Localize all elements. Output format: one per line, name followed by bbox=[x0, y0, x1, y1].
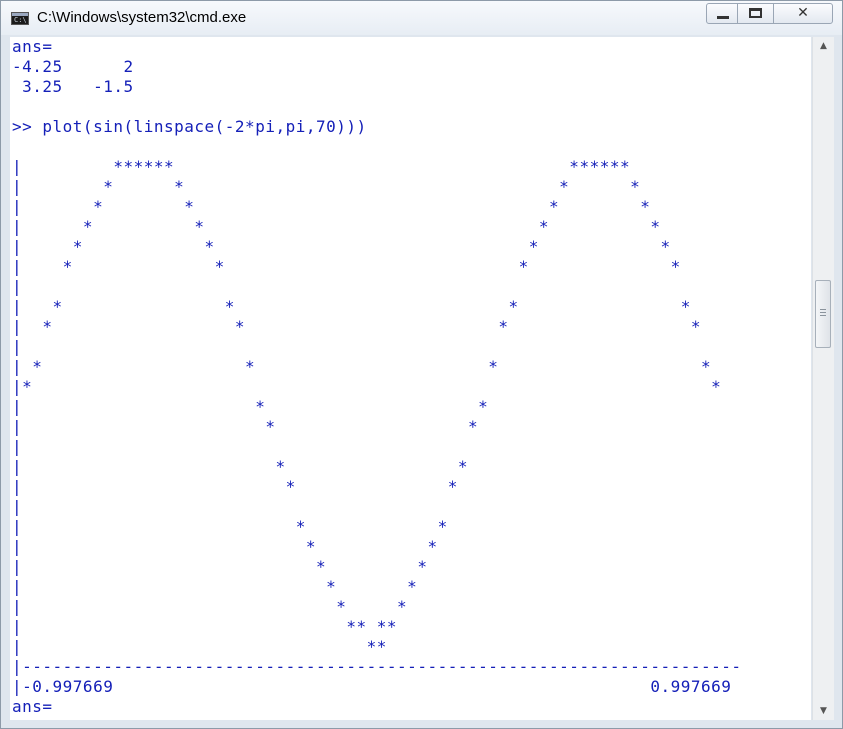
console-line: | * * * * bbox=[12, 297, 691, 316]
console-line: | bbox=[12, 497, 23, 516]
minimize-button[interactable] bbox=[706, 3, 738, 24]
console-line: | * * * * bbox=[12, 177, 641, 196]
scroll-up-arrow-icon[interactable]: ▲ bbox=[813, 37, 834, 55]
console-line: | * * bbox=[12, 557, 428, 576]
console-line: | * * bbox=[12, 517, 448, 536]
console-line: | * * bbox=[12, 417, 479, 436]
console-line: | ** ** bbox=[12, 617, 398, 636]
console-line: | bbox=[12, 337, 23, 356]
console-output[interactable]: ans= -4.25 2 3.25 -1.5 >> plot(sin(linsp… bbox=[10, 37, 811, 720]
scroll-down-arrow-icon[interactable]: ▼ bbox=[813, 702, 834, 720]
close-button[interactable]: ✕ bbox=[773, 3, 833, 24]
console-line: | ****** ****** bbox=[12, 157, 631, 176]
thumb-grip bbox=[820, 309, 826, 310]
minimize-icon bbox=[717, 16, 729, 19]
maximize-icon bbox=[749, 8, 762, 18]
console-line: | ** bbox=[12, 637, 387, 656]
console-line: | * * bbox=[12, 477, 458, 496]
console-line: |---------------------------------------… bbox=[12, 657, 742, 676]
console-line: | * * * * bbox=[12, 217, 661, 236]
console-line: |-0.997669 0.997669 bbox=[12, 677, 732, 696]
console-line: | * * bbox=[12, 537, 438, 556]
title-bar[interactable]: C:\ C:\Windows\system32\cmd.exe ✕ bbox=[1, 1, 842, 35]
console-line: 3.25 -1.5 bbox=[12, 77, 134, 96]
maximize-button[interactable] bbox=[737, 3, 774, 24]
console-line: | * * * * bbox=[12, 317, 702, 336]
console-line: | * * * * bbox=[12, 237, 671, 256]
scroll-thumb[interactable] bbox=[815, 280, 831, 348]
console-line: | * * bbox=[12, 577, 418, 596]
vertical-scrollbar[interactable]: ▲ ▼ bbox=[812, 37, 834, 720]
console-line: | * * bbox=[12, 457, 468, 476]
close-icon: ✕ bbox=[797, 5, 809, 21]
console-line: ans= bbox=[12, 697, 53, 716]
console-line: | * * bbox=[12, 597, 408, 616]
console-text: ans= -4.25 2 3.25 -1.5 >> plot(sin(linsp… bbox=[10, 37, 811, 717]
console-line: -4.25 2 bbox=[12, 57, 134, 76]
console-line: | bbox=[12, 277, 23, 296]
cmd-window: C:\ C:\Windows\system32\cmd.exe ✕ ans= -… bbox=[0, 0, 843, 729]
console-line: ans= bbox=[12, 37, 53, 56]
cmd-icon-text: C:\ bbox=[14, 16, 27, 24]
console-line: >> plot(sin(linspace(-2*pi,pi,70))) bbox=[12, 117, 367, 136]
console-line: | bbox=[12, 437, 23, 456]
console-line: |* * bbox=[12, 377, 722, 396]
window-title: C:\Windows\system32\cmd.exe bbox=[37, 9, 247, 26]
console-line: | * * bbox=[12, 397, 489, 416]
console-line: | * * * * bbox=[12, 257, 681, 276]
console-line: | * * * * bbox=[12, 357, 712, 376]
thumb-grip bbox=[820, 315, 826, 316]
cmd-icon[interactable]: C:\ bbox=[11, 12, 29, 25]
thumb-grip bbox=[820, 312, 826, 313]
console-line: | * * * * bbox=[12, 197, 651, 216]
